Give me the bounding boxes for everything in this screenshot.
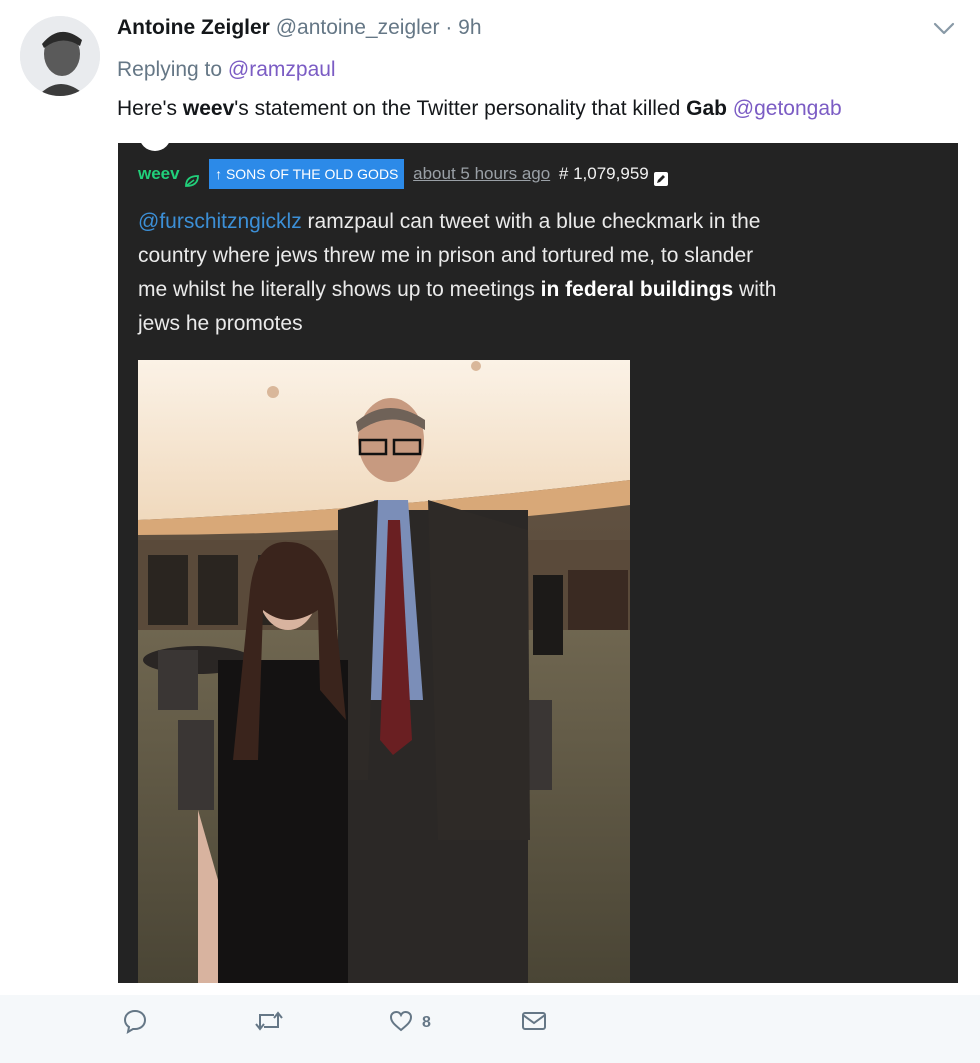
reply-icon	[122, 1008, 148, 1039]
edit-icon	[653, 167, 669, 186]
gab-avatar-icon	[138, 143, 172, 159]
gab-post-body: @furschitzngicklz ramzpaul can tweet wit…	[138, 205, 778, 341]
replying-to: Replying to @ramzpaul	[117, 56, 336, 84]
tweet-text-part1: Here's	[117, 97, 183, 120]
avatar[interactable]	[20, 16, 100, 96]
gab-body-bold: in federal buildings	[540, 278, 734, 301]
direct-message-button[interactable]	[520, 1009, 548, 1037]
tweet-time[interactable]: 9h	[458, 16, 481, 39]
embedded-image[interactable]: weev ↑ SONS OF THE OLD GODS about 5 hour…	[118, 143, 958, 983]
separator: ·	[445, 16, 453, 39]
chevron-down-icon[interactable]	[930, 16, 958, 40]
gab-time: about 5 hours ago	[413, 164, 551, 183]
tweet-actions: 8	[0, 995, 980, 1063]
retweet-icon	[254, 1008, 284, 1039]
reply-button[interactable]	[122, 1009, 148, 1037]
tweet-header: Antoine Zeigler @antoine_zeigler · 9h	[117, 14, 482, 42]
gab-post-meta: weev ↑ SONS OF THE OLD GODS about 5 hour…	[138, 159, 669, 189]
replying-label: Replying to	[117, 58, 223, 81]
tweet-text: Here's weev's statement on the Twitter p…	[117, 95, 842, 123]
direct-message-icon	[520, 1008, 548, 1039]
tweet-text-part2: 's statement on the Twitter personality …	[234, 97, 687, 120]
gab-post-id: # 1,079,959	[558, 164, 649, 183]
tweet-text-bold1: weev	[182, 97, 235, 120]
tweet-text-bold2: Gab	[686, 97, 727, 120]
heart-icon	[388, 1008, 414, 1039]
like-button[interactable]: 8	[388, 1009, 431, 1037]
gab-username: weev	[138, 164, 180, 183]
gab-badge-label: SONS OF THE OLD GODS	[225, 166, 399, 182]
gab-group-badge: ↑ SONS OF THE OLD GODS	[209, 159, 405, 189]
author-name[interactable]: Antoine Zeigler	[117, 16, 270, 39]
author-handle[interactable]: @antoine_zeigler	[276, 16, 440, 39]
arrow-up-icon: ↑	[215, 166, 223, 182]
tweet-text-link[interactable]: @getongab	[733, 97, 842, 120]
retweet-button[interactable]	[254, 1009, 284, 1037]
event-photo	[138, 360, 630, 983]
replying-handle[interactable]: @ramzpaul	[228, 58, 336, 81]
gab-mention: @furschitzngicklz	[138, 210, 302, 233]
like-count: 8	[422, 1014, 431, 1031]
verified-leaf-icon	[184, 168, 200, 187]
